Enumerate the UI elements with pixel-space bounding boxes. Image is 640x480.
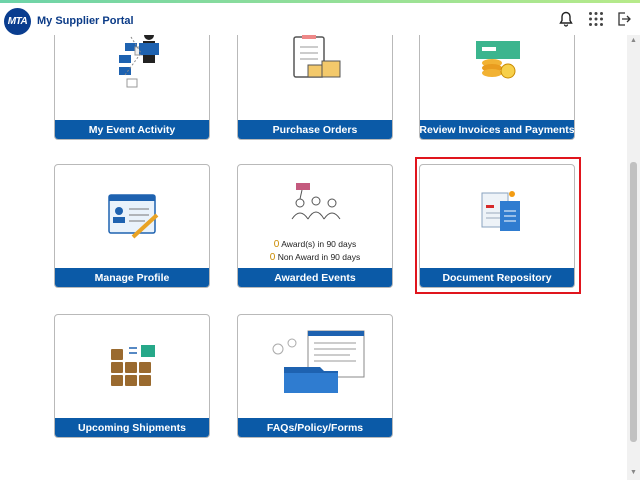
profile-card-icon [55, 165, 209, 269]
mta-logo[interactable]: MTA [4, 8, 31, 35]
tile-label: Review Invoices and Payments [420, 120, 574, 139]
faq-folder-icon [238, 315, 392, 419]
tile-label: Purchase Orders [238, 120, 392, 139]
tile-grid: My Event Activity Purchase Orders Review… [0, 35, 627, 480]
tile-manage-profile[interactable]: Manage Profile [54, 164, 210, 288]
award-count-label: Award(s) in 90 days [281, 239, 357, 249]
selected-tile-highlight [415, 157, 581, 294]
scroll-thumb[interactable] [630, 162, 637, 442]
portal-title[interactable]: My Supplier Portal [37, 15, 134, 27]
bell-icon[interactable] [556, 9, 576, 29]
scroll-down-arrow[interactable]: ▼ [630, 469, 637, 476]
invoices-payments-icon [420, 35, 574, 121]
tile-label: Manage Profile [55, 268, 209, 287]
non-award-count-label: Non Award in 90 days [277, 252, 361, 262]
tile-upcoming-shipments[interactable]: Upcoming Shipments [54, 314, 210, 438]
award-count: 0 [273, 239, 280, 250]
tile-label: Upcoming Shipments [55, 418, 209, 437]
apps-grid-icon[interactable] [586, 9, 606, 29]
tile-awarded-events[interactable]: 0 Award(s) in 90 days 0 Non Award in 90 … [237, 164, 393, 288]
tile-purchase-orders[interactable]: Purchase Orders [237, 35, 393, 140]
tile-label: My Event Activity [55, 120, 209, 139]
purchase-orders-icon [238, 35, 392, 121]
tile-label: FAQs/Policy/Forms [238, 418, 392, 437]
tile-faqs-policy-forms[interactable]: FAQs/Policy/Forms [237, 314, 393, 438]
tile-review-invoices-payments[interactable]: Review Invoices and Payments [419, 35, 575, 140]
header: MTA My Supplier Portal [0, 3, 640, 35]
sign-out-icon[interactable] [614, 9, 634, 29]
non-award-count-line: 0 Non Award in 90 days [238, 252, 392, 263]
scroll-up-arrow[interactable]: ▲ [630, 37, 637, 44]
tile-label: Awarded Events [238, 268, 392, 287]
tile-my-event-activity[interactable]: My Event Activity [54, 35, 210, 140]
vertical-scrollbar[interactable]: ▲ ▼ [627, 35, 640, 480]
award-count-line: 0 Award(s) in 90 days [238, 239, 392, 250]
non-award-count: 0 [269, 252, 276, 263]
event-activity-icon [55, 35, 209, 121]
shipment-boxes-icon [55, 315, 209, 419]
